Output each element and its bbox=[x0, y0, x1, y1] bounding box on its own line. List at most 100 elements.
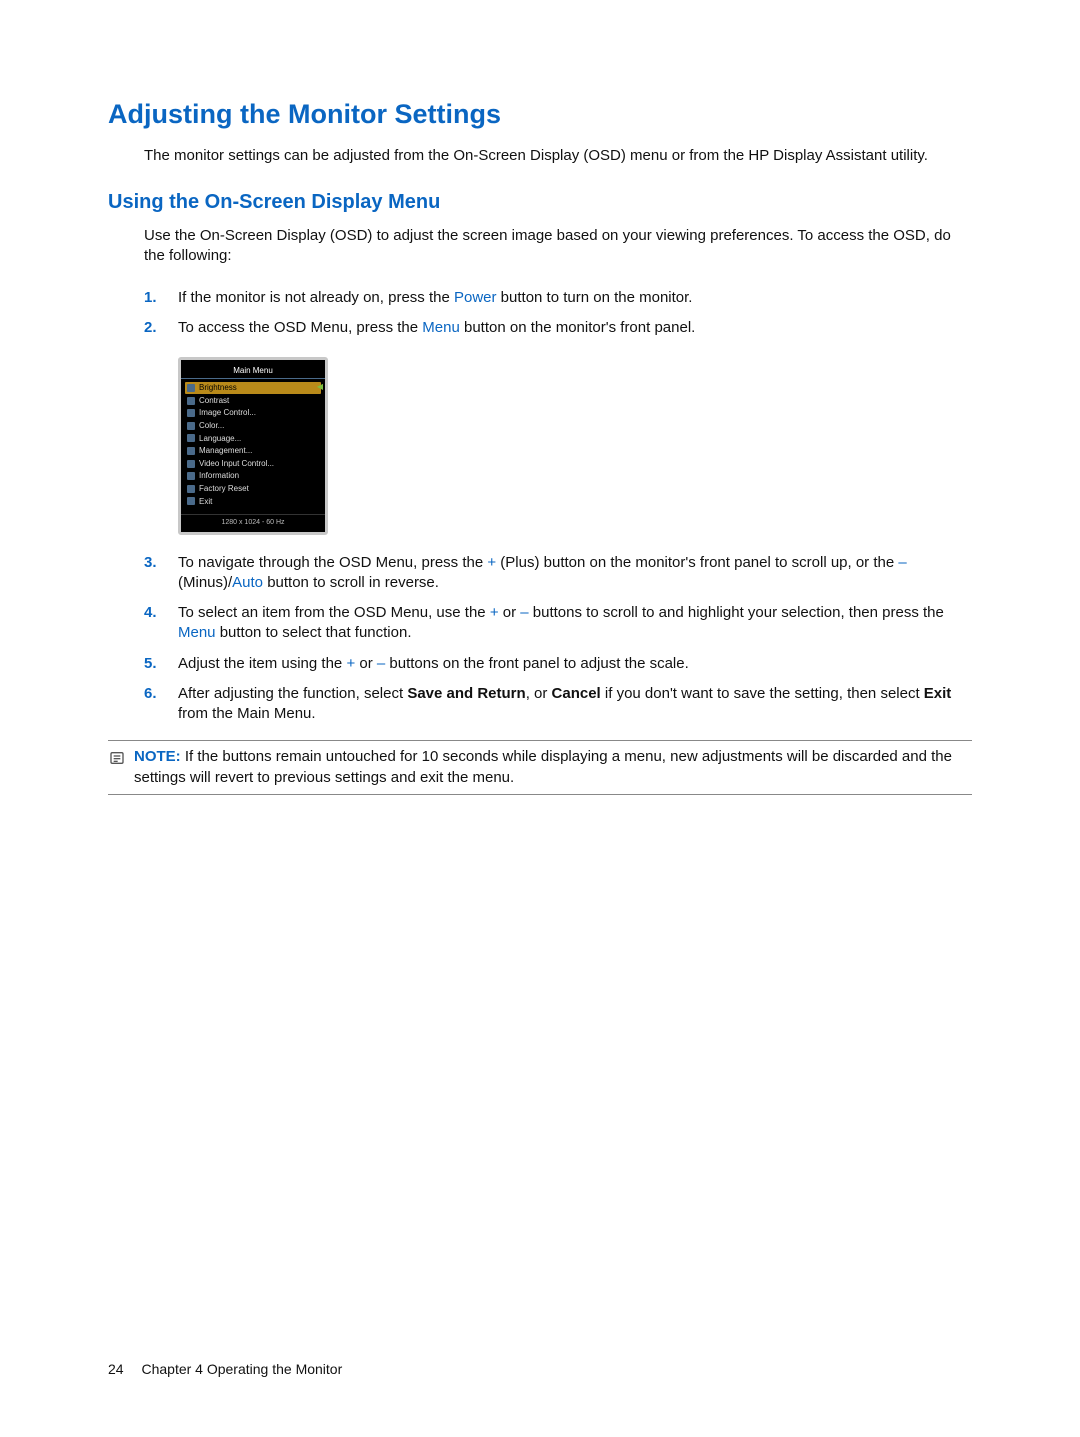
keyword-plus: + bbox=[490, 604, 499, 621]
osd-item-exit: Exit bbox=[185, 496, 321, 508]
image-control-icon bbox=[187, 409, 195, 417]
osd-screenshot: Main Menu Brightness Contrast Image Cont… bbox=[178, 357, 328, 535]
text-run: buttons on the front panel to adjust the… bbox=[385, 655, 689, 672]
intro-paragraph: The monitor settings can be adjusted fro… bbox=[144, 146, 972, 166]
bold-exit: Exit bbox=[924, 685, 952, 702]
osd-item-information: Information bbox=[185, 470, 321, 482]
text-run: button on the monitor's front panel. bbox=[460, 319, 696, 336]
text-run: buttons to scroll to and highlight your … bbox=[529, 604, 944, 621]
keyword-minus: – bbox=[898, 554, 906, 571]
osd-item-factory-reset: Factory Reset bbox=[185, 483, 321, 495]
information-icon bbox=[187, 472, 195, 480]
osd-footer: 1280 x 1024 - 60 Hz bbox=[181, 514, 325, 531]
step-4: 4. To select an item from the OSD Menu, … bbox=[144, 603, 972, 644]
step-number: 5. bbox=[144, 654, 178, 674]
keyword-plus: + bbox=[346, 655, 355, 672]
color-icon bbox=[187, 422, 195, 430]
bold-save-return: Save and Return bbox=[407, 685, 525, 702]
step-text: If the monitor is not already on, press … bbox=[178, 288, 972, 308]
video-input-icon bbox=[187, 460, 195, 468]
management-icon bbox=[187, 447, 195, 455]
text-run: If the monitor is not already on, press … bbox=[178, 289, 454, 306]
osd-item-label: Language... bbox=[199, 434, 241, 444]
step-text: To select an item from the OSD Menu, use… bbox=[178, 603, 972, 644]
osd-item-color: Color... bbox=[185, 420, 321, 432]
text-run: button to turn on the monitor. bbox=[497, 289, 693, 306]
text-run: from the Main Menu. bbox=[178, 705, 316, 722]
page-number: 24 bbox=[108, 1360, 124, 1379]
text-run: or bbox=[355, 655, 377, 672]
keyword-minus: – bbox=[377, 655, 385, 672]
text-run: Adjust the item using the bbox=[178, 655, 346, 672]
step-number: 3. bbox=[144, 553, 178, 573]
keyword-minus: – bbox=[520, 604, 528, 621]
keyword-auto: Auto bbox=[232, 574, 263, 591]
language-icon bbox=[187, 434, 195, 442]
text-run: After adjusting the function, select bbox=[178, 685, 407, 702]
factory-reset-icon bbox=[187, 485, 195, 493]
note-callout: NOTE: If the buttons remain untouched fo… bbox=[108, 740, 972, 795]
osd-title: Main Menu bbox=[181, 364, 325, 380]
step-text: Adjust the item using the + or – buttons… bbox=[178, 654, 972, 674]
note-text: If the buttons remain untouched for 10 s… bbox=[134, 748, 952, 785]
osd-item-label: Brightness bbox=[199, 383, 237, 393]
osd-item-label: Information bbox=[199, 471, 239, 481]
note-label: NOTE: bbox=[134, 748, 181, 765]
steps-list: 1. If the monitor is not already on, pre… bbox=[144, 288, 972, 724]
step-5: 5. Adjust the item using the + or – butt… bbox=[144, 654, 972, 674]
step-text: After adjusting the function, select Sav… bbox=[178, 684, 972, 725]
section-heading: Using the On-Screen Display Menu bbox=[108, 189, 972, 216]
keyword-menu: Menu bbox=[178, 624, 216, 641]
osd-item-label: Color... bbox=[199, 421, 224, 431]
step-number: 4. bbox=[144, 603, 178, 623]
chapter-label: Chapter 4 Operating the Monitor bbox=[141, 1361, 342, 1377]
text-run: or bbox=[499, 604, 521, 621]
osd-item-language: Language... bbox=[185, 433, 321, 445]
text-run: To navigate through the OSD Menu, press … bbox=[178, 554, 487, 571]
section-body: Use the On-Screen Display (OSD) to adjus… bbox=[144, 226, 972, 725]
step-number: 6. bbox=[144, 684, 178, 704]
section-intro: Use the On-Screen Display (OSD) to adjus… bbox=[144, 226, 972, 267]
osd-item-label: Video Input Control... bbox=[199, 459, 274, 469]
step-6: 6. After adjusting the function, select … bbox=[144, 684, 972, 725]
step-1: 1. If the monitor is not already on, pre… bbox=[144, 288, 972, 308]
note-body: NOTE: If the buttons remain untouched fo… bbox=[134, 747, 972, 788]
note-icon bbox=[108, 749, 126, 767]
step-3: 3. To navigate through the OSD Menu, pre… bbox=[144, 553, 972, 594]
content-body: The monitor settings can be adjusted fro… bbox=[144, 146, 972, 166]
text-run: To select an item from the OSD Menu, use… bbox=[178, 604, 490, 621]
text-run: button to select that function. bbox=[216, 624, 412, 641]
keyword-power: Power bbox=[454, 289, 497, 306]
step-number: 2. bbox=[144, 318, 178, 338]
step-2: 2. To access the OSD Menu, press the Men… bbox=[144, 318, 972, 338]
bold-cancel: Cancel bbox=[552, 685, 601, 702]
osd-item-management: Management... bbox=[185, 445, 321, 457]
osd-item-label: Contrast bbox=[199, 396, 229, 406]
osd-panel: Main Menu Brightness Contrast Image Cont… bbox=[178, 357, 328, 535]
text-run: (Plus) button on the monitor's front pan… bbox=[496, 554, 898, 571]
text-run: if you don't want to save the setting, t… bbox=[601, 685, 924, 702]
osd-item-label: Factory Reset bbox=[199, 484, 249, 494]
osd-item-label: Management... bbox=[199, 446, 252, 456]
osd-item-label: Exit bbox=[199, 497, 212, 507]
step-text: To access the OSD Menu, press the Menu b… bbox=[178, 318, 972, 338]
step-text: To navigate through the OSD Menu, press … bbox=[178, 553, 972, 594]
osd-item-label: Image Control... bbox=[199, 408, 256, 418]
text-run: To access the OSD Menu, press the bbox=[178, 319, 422, 336]
osd-figure-row: Main Menu Brightness Contrast Image Cont… bbox=[144, 357, 972, 535]
text-run: button to scroll in reverse. bbox=[263, 574, 439, 591]
text-run: , or bbox=[526, 685, 552, 702]
text-run: (Minus)/ bbox=[178, 574, 232, 591]
keyword-menu: Menu bbox=[422, 319, 460, 336]
osd-item-video-input: Video Input Control... bbox=[185, 458, 321, 470]
brightness-icon bbox=[187, 384, 195, 392]
keyword-plus: + bbox=[487, 554, 496, 571]
contrast-icon bbox=[187, 397, 195, 405]
exit-icon bbox=[187, 497, 195, 505]
step-number: 1. bbox=[144, 288, 178, 308]
osd-items: Brightness Contrast Image Control... Col… bbox=[181, 379, 325, 512]
page-footer: 24 Chapter 4 Operating the Monitor bbox=[108, 1360, 342, 1379]
page: Adjusting the Monitor Settings The monit… bbox=[0, 0, 1080, 1437]
osd-item-image-control: Image Control... bbox=[185, 407, 321, 419]
osd-item-brightness: Brightness bbox=[185, 382, 321, 394]
